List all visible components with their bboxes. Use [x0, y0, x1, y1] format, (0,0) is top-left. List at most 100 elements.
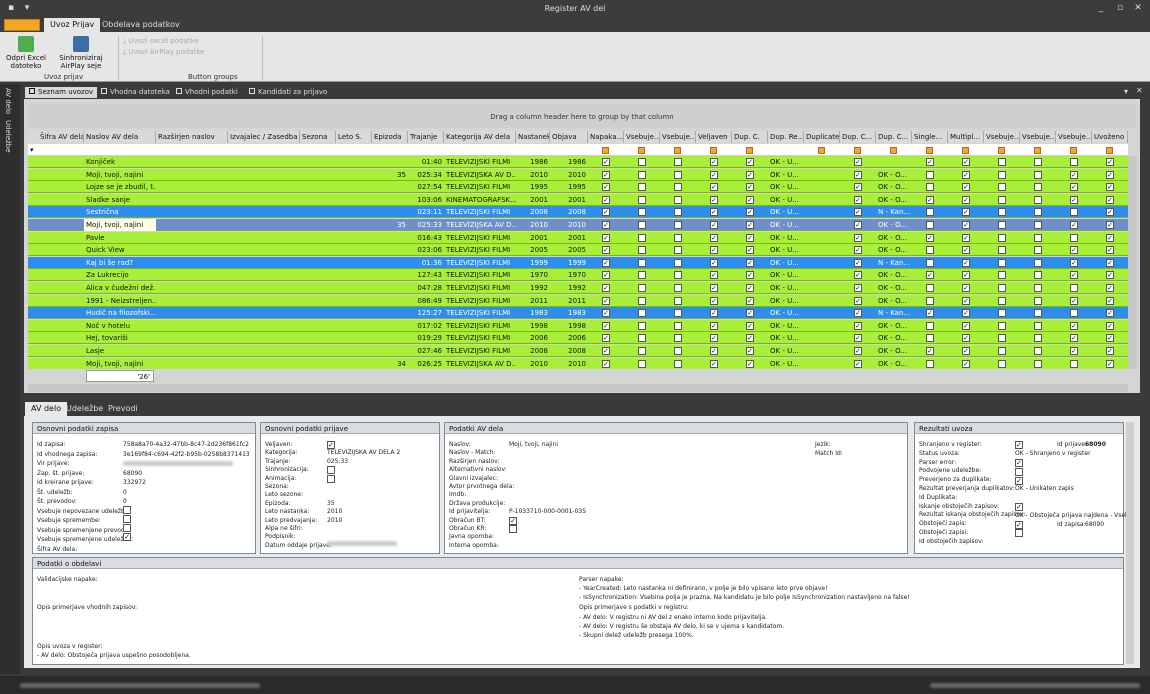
table-cell[interactable]: OK - U... — [768, 219, 804, 231]
table-cell[interactable]: TELEVIZIJSKI FILMI — [444, 332, 516, 344]
table-cell[interactable]: 1995 — [550, 181, 588, 193]
row-checkbox[interactable] — [638, 309, 646, 318]
table-cell[interactable]: OK - U... — [768, 206, 804, 218]
table-row[interactable]: Hudič na filozofski... 125:27 TELEVIZIJSKI… — [28, 307, 1128, 320]
row-checkbox[interactable]: ✓ — [602, 221, 610, 229]
row-checkbox[interactable]: ✓ — [962, 347, 970, 355]
row-checkbox[interactable]: ✓ — [854, 170, 862, 179]
table-cell[interactable]: 1998 — [516, 320, 550, 332]
row-checkbox[interactable] — [1034, 170, 1042, 179]
row-checkbox[interactable] — [638, 296, 646, 305]
table-cell[interactable]: 2010 — [550, 358, 588, 369]
table-cell[interactable] — [372, 269, 408, 281]
column-header[interactable]: Trajanje — [408, 131, 444, 143]
row-checkbox[interactable]: ✓ — [602, 170, 610, 179]
row-checkbox[interactable]: ✓ — [602, 309, 610, 318]
row-checkbox[interactable]: ✓ — [746, 296, 754, 305]
row-checkbox[interactable] — [1034, 359, 1042, 368]
row-checkbox[interactable] — [674, 296, 682, 305]
row-checkbox[interactable] — [1034, 195, 1042, 204]
row-checkbox[interactable]: ✓ — [602, 296, 610, 305]
filter-row[interactable]: ▾ — [28, 144, 1128, 156]
row-checkbox[interactable]: ✓ — [710, 321, 718, 330]
column-header[interactable]: Dup. Re... — [768, 131, 804, 143]
row-checkbox[interactable] — [638, 195, 646, 204]
row-checkbox[interactable] — [998, 321, 1006, 330]
row-checkbox[interactable]: ✓ — [926, 158, 934, 166]
table-cell[interactable]: OK - O... — [876, 181, 912, 193]
row-checkbox[interactable] — [674, 208, 682, 217]
table-cell[interactable]: 025:34 — [408, 169, 444, 181]
minimize-button[interactable]: _ — [1094, 3, 1108, 13]
open-excel-button[interactable]: Odpri Excel datoteko — [6, 36, 46, 70]
row-checkbox[interactable] — [998, 296, 1006, 305]
field-checkbox[interactable] — [327, 466, 335, 474]
table-cell[interactable] — [372, 320, 408, 332]
table-cell[interactable]: 01:40 — [408, 156, 444, 168]
row-checkbox[interactable] — [1034, 296, 1042, 305]
row-checkbox[interactable]: ✓ — [746, 258, 754, 267]
row-checkbox[interactable]: ✓ — [746, 208, 754, 217]
table-cell[interactable] — [372, 206, 408, 218]
row-checkbox[interactable]: ✓ — [1106, 347, 1114, 355]
filter-checkbox[interactable] — [638, 147, 645, 154]
field-checkbox[interactable] — [327, 475, 335, 483]
row-checkbox[interactable]: ✓ — [1106, 284, 1114, 292]
table-cell[interactable]: TELEVIZIJSKI FILMI — [444, 345, 516, 357]
table-row[interactable]: Kaj bi še rad? 01:36 TELEVIZIJSKI FILMI 199… — [28, 256, 1128, 269]
import-airplay-button[interactable]: ⤓ Uvozi AirPlay podatke — [123, 48, 204, 57]
row-checkbox[interactable]: ✓ — [602, 246, 610, 255]
table-cell[interactable]: Quick View — [84, 244, 156, 256]
detail-scrollbar[interactable] — [1126, 422, 1134, 664]
column-header[interactable]: Razširjen naslov — [156, 131, 228, 143]
table-cell[interactable]: 1995 — [516, 181, 550, 193]
table-row[interactable]: Pavle 016:43 TELEVIZIJSKI FILMI 2001 2001 OK … — [28, 231, 1128, 244]
table-row[interactable]: Moji, tvoji, najini 34 026:25 TELEVIZIJSKA … — [28, 357, 1128, 369]
table-cell[interactable]: 35 — [372, 219, 408, 231]
row-checkbox[interactable] — [638, 208, 646, 217]
row-checkbox[interactable]: ✓ — [602, 195, 610, 204]
table-cell[interactable]: 2001 — [516, 194, 550, 206]
row-checkbox[interactable]: ✓ — [854, 284, 862, 292]
table-cell[interactable]: OK - U... — [768, 169, 804, 181]
row-checkbox[interactable]: ✓ — [1106, 296, 1114, 305]
table-cell[interactable]: 027:46 — [408, 345, 444, 357]
table-cell[interactable]: OK - U... — [768, 320, 804, 332]
field-checkbox[interactable]: ✓ — [1015, 459, 1023, 467]
table-cell[interactable]: 2008 — [550, 345, 588, 357]
tab-prevodi[interactable]: Prevodi — [102, 402, 144, 416]
row-checkbox[interactable] — [674, 309, 682, 318]
row-checkbox[interactable]: ✓ — [710, 208, 718, 217]
field-checkbox[interactable]: ✓ — [327, 441, 335, 449]
filter-checkbox[interactable] — [962, 147, 969, 154]
row-checkbox[interactable] — [998, 158, 1006, 166]
row-checkbox[interactable] — [926, 246, 934, 255]
table-row[interactable]: Lojze se je zbudil, t... 027:54 TELEVIZIJS… — [28, 181, 1128, 194]
field-checkbox[interactable]: ✓ — [1015, 521, 1023, 529]
row-checkbox[interactable] — [638, 246, 646, 255]
column-header[interactable]: Dup. C... — [876, 131, 912, 143]
table-cell[interactable]: TELEVIZIJSKI FILMI — [444, 320, 516, 332]
row-checkbox[interactable] — [998, 309, 1006, 318]
row-checkbox[interactable] — [998, 271, 1006, 280]
table-cell[interactable]: 047:28 — [408, 282, 444, 294]
row-checkbox[interactable]: ✓ — [854, 246, 862, 255]
table-cell[interactable]: TELEVIZIJSKI FILMI — [444, 282, 516, 294]
filter-checkbox[interactable] — [1106, 147, 1113, 154]
table-cell[interactable]: Alica v čudežni dež... — [84, 282, 156, 294]
row-checkbox[interactable] — [674, 359, 682, 368]
row-checkbox[interactable]: ✓ — [746, 170, 754, 179]
table-row[interactable]: 1991 - Neizstreljen... 086:49 TELEVIZIJSKI… — [28, 294, 1128, 307]
row-checkbox[interactable] — [674, 334, 682, 343]
table-cell[interactable]: 103:06 — [408, 194, 444, 206]
table-cell[interactable] — [876, 156, 912, 168]
table-cell[interactable]: 2005 — [550, 244, 588, 256]
field-checkbox[interactable] — [123, 524, 131, 532]
table-cell[interactable]: Moji, tvoji, najini — [84, 358, 156, 369]
close-tab-icon[interactable]: ✕ — [1136, 86, 1143, 95]
row-checkbox[interactable]: ✓ — [962, 195, 970, 204]
row-checkbox[interactable] — [998, 334, 1006, 343]
row-checkbox[interactable] — [638, 258, 646, 267]
row-checkbox[interactable]: ✓ — [1106, 359, 1114, 368]
table-row[interactable]: Noč v hotelu 017:02 TELEVIZIJSKI FILMI 1998… — [28, 319, 1128, 332]
